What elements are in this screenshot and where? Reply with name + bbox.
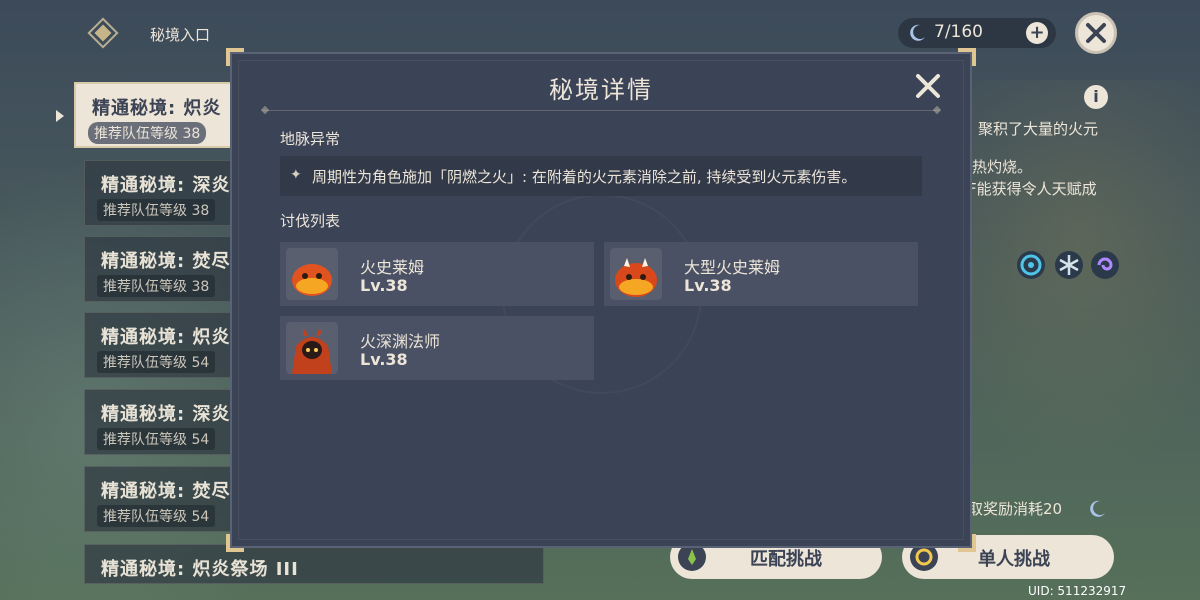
enemy-card[interactable]: 火史莱姆 Lv.38 [280, 242, 594, 306]
electro-element-icon [1091, 251, 1119, 279]
ley-line-disorder-box: ✦ 周期性为角色施加「阴燃之火」: 在附着的火元素消除之前, 持续受到火元素伤害… [280, 156, 922, 196]
reward-cost-text: 取奖励消耗20 [968, 500, 1063, 518]
pyro-abyss-mage-icon [286, 322, 338, 374]
solo-button-label: 单人挑战 [978, 549, 1050, 570]
enemy-card[interactable]: 火深渊法师 Lv.38 [280, 316, 594, 380]
close-icon [1086, 23, 1106, 43]
ley-line-section-label: 地脉异常 [280, 130, 341, 148]
uid-label: UID: 511232917 [1028, 584, 1127, 598]
info-button[interactable]: i [1084, 85, 1108, 109]
enemy-level: Lv.38 [360, 276, 408, 295]
cryo-element-icon [1055, 251, 1083, 279]
domain-level: 推荐队伍等级 38 [97, 275, 216, 297]
large-fire-slime-icon [610, 248, 662, 300]
close-modal-button[interactable] [912, 70, 944, 102]
enemy-name: 火史莱姆 [360, 258, 425, 277]
title-divider [262, 110, 940, 111]
resin-count: 7/160 [934, 22, 983, 42]
sparkle-icon: ✦ [290, 167, 302, 183]
enemy-level: Lv.38 [684, 276, 732, 295]
modal-corner-ornament [958, 48, 976, 66]
domain-diamond-icon [87, 17, 119, 49]
page-title: 秘境入口 [150, 26, 211, 44]
resin-moon-icon [1090, 500, 1105, 517]
modal-corner-ornament [226, 534, 244, 552]
domain-name: 精通秘境: 深炎 [101, 175, 231, 196]
modal-title: 秘境详情 [549, 76, 653, 104]
domain-name: 精通秘境: 焚尽 [101, 481, 231, 502]
ley-line-disorder-text: 周期性为角色施加「阴燃之火」: 在附着的火元素消除之前, 持续受到火元素伤害。 [312, 168, 857, 186]
hydro-element-icon [1017, 251, 1045, 279]
enemy-name: 大型火史莱姆 [684, 258, 781, 277]
selected-arrow-icon [56, 110, 64, 122]
coop-button-label: 匹配挑战 [750, 549, 822, 570]
domain-name: 精通秘境: 焚尽 [101, 251, 231, 272]
domain-name: 精通秘境: 炽炎 [101, 327, 231, 348]
resin-moon-icon [910, 24, 925, 41]
domain-description: F能获得令人天赋成 [968, 180, 1097, 198]
domain-details-modal: 秘境详情 地脉异常 ✦ 周期性为角色施加「阴燃之火」: 在附着的火元素消除之前,… [226, 48, 976, 552]
domain-level: 推荐队伍等级 38 [88, 122, 207, 144]
modal-corner-ornament [958, 534, 976, 552]
domain-level: 推荐队伍等级 54 [97, 428, 216, 450]
enemy-card[interactable]: 大型火史莱姆 Lv.38 [604, 242, 918, 306]
close-page-button[interactable] [1075, 12, 1117, 54]
add-resin-button[interactable]: + [1026, 22, 1048, 44]
enemy-level: Lv.38 [360, 350, 408, 369]
domain-level: 推荐队伍等级 38 [97, 199, 216, 221]
domain-level: 推荐队伍等级 54 [97, 505, 216, 527]
enemy-name: 火深渊法师 [360, 332, 441, 351]
domain-description: 热灼烧。 [972, 158, 1033, 176]
fire-slime-icon [286, 248, 338, 300]
domain-name: 精通秘境: 深炎 [101, 404, 231, 425]
domain-list-item[interactable]: 精通秘境: 炽炎祭场 III [84, 544, 544, 584]
domain-name: 精通秘境: 炽炎 [92, 98, 222, 119]
domain-description: 聚积了大量的火元 [978, 120, 1099, 138]
domain-name: 精通秘境: 炽炎祭场 III [101, 559, 299, 580]
enemy-section-label: 讨伐列表 [280, 212, 341, 230]
modal-corner-ornament [226, 48, 244, 66]
domain-level: 推荐队伍等级 54 [97, 351, 216, 373]
